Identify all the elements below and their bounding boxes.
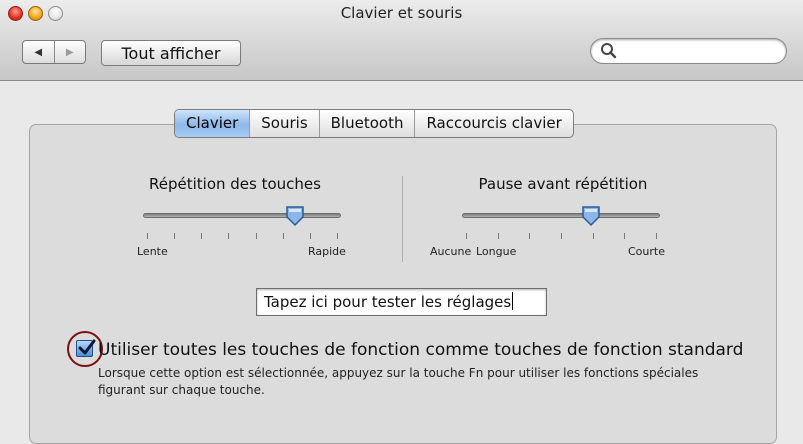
test-text-content: Tapez ici pour tester les réglages <box>264 293 512 311</box>
key-repeat-title: Répétition des touches <box>149 175 321 193</box>
forward-button[interactable]: ▶ <box>55 41 86 63</box>
tab-bar: Clavier Souris Bluetooth Raccourcis clav… <box>174 109 574 138</box>
left-arrow-icon: ◀ <box>34 46 43 58</box>
delay-repeat-tick <box>624 233 626 239</box>
search-icon <box>601 43 617 59</box>
key-repeat-tick <box>309 233 311 239</box>
delay-repeat-tick <box>592 233 594 239</box>
delay-repeat-tick <box>466 233 467 239</box>
key-repeat-tick <box>147 233 148 239</box>
fn-keys-label[interactable]: Utiliser toutes les touches de fonction … <box>98 340 743 360</box>
key-repeat-tick <box>174 233 176 239</box>
delay-repeat-tick <box>529 233 531 239</box>
show-all-button[interactable]: Tout afficher <box>101 40 241 66</box>
checkmark-icon <box>78 339 96 355</box>
delay-repeat-slider-thumb[interactable] <box>581 205 601 227</box>
key-repeat-slider-thumb[interactable] <box>285 205 305 227</box>
key-repeat-slider-track[interactable] <box>143 213 341 218</box>
tab-souris[interactable]: Souris <box>250 110 320 137</box>
key-repeat-tick <box>282 233 284 239</box>
delay-repeat-long-label: Longue <box>476 245 517 258</box>
test-text-field[interactable]: Tapez ici pour tester les réglages <box>256 288 547 316</box>
fn-keys-description: Lorsque cette option est sélectionnée, a… <box>98 366 699 397</box>
preferences-window: Clavier et souris ◀ ▶ Tout afficher Clav… <box>0 0 803 444</box>
key-repeat-min-label: Lente <box>137 245 168 258</box>
delay-repeat-tick <box>656 233 657 239</box>
delay-repeat-slider-track[interactable] <box>462 213 660 218</box>
key-repeat-tick <box>228 233 230 239</box>
delay-repeat-short-label: Courte <box>628 245 665 258</box>
key-repeat-tick <box>337 233 338 239</box>
key-repeat-max-label: Rapide <box>308 245 346 258</box>
search-field[interactable] <box>590 38 787 64</box>
fn-keys-checkbox[interactable] <box>76 339 96 357</box>
slider-divider <box>402 176 403 262</box>
search-input[interactable] <box>621 42 780 62</box>
tab-raccourcis-clavier[interactable]: Raccourcis clavier <box>415 110 572 137</box>
text-caret <box>512 292 514 310</box>
title-bar: Clavier et souris ◀ ▶ Tout afficher <box>0 0 803 81</box>
tab-bluetooth[interactable]: Bluetooth <box>320 110 416 137</box>
delay-repeat-off-label: Aucune <box>430 245 472 258</box>
right-arrow-icon: ▶ <box>65 46 74 58</box>
back-button[interactable]: ◀ <box>23 41 55 63</box>
delay-repeat-tick <box>561 233 562 239</box>
window-title: Clavier et souris <box>340 4 463 22</box>
delay-repeat-title: Pause avant répétition <box>478 175 648 193</box>
test-text-value: Tapez ici pour tester les réglages <box>264 292 514 311</box>
delay-repeat-tick <box>497 233 499 239</box>
key-repeat-tick <box>255 233 257 239</box>
key-repeat-tick <box>201 233 203 239</box>
back-forward-control: ◀ ▶ <box>22 40 86 64</box>
tab-clavier[interactable]: Clavier <box>175 110 251 137</box>
